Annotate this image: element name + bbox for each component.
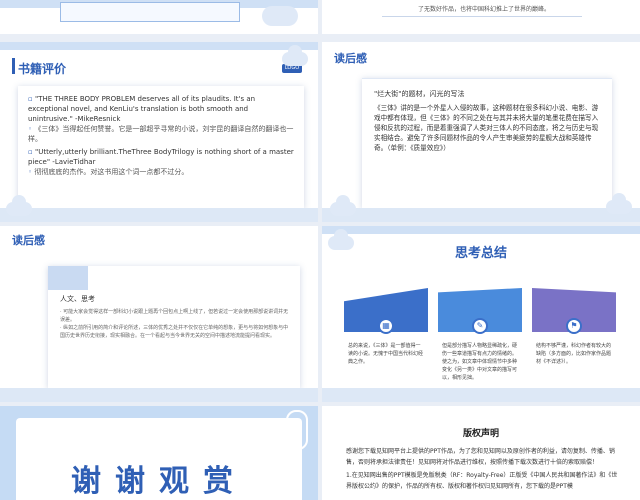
card-accent <box>48 266 88 290</box>
quote-en-1: ▫ "THE THREE BODY PROBLEM deserves all o… <box>28 95 256 123</box>
cloud-decoration <box>606 193 632 214</box>
summary-column-3: ⚑ 结构不够严谨，科幻作者有较大的缺陷（多方面的，比如作家作品题材《不详述》）。 <box>532 288 616 380</box>
slide-text: 了无数好作品，也将中国科幻推上了世界的巅峰。 <box>418 6 551 13</box>
slide-summary[interactable]: 思考总结 ▦ 总的来说，《三体》是一部值得一读的小说。无愧于中国当代科幻经典之作… <box>322 226 640 402</box>
bullet-icon: ◦ <box>28 125 33 133</box>
column-text: 总的来说，《三体》是一部值得一读的小说。无愧于中国当代科幻经典之作。 <box>346 340 426 368</box>
quote-cn-2: ◦ 彻彻底底的杰作。对这书用这个词一点都不过分。 <box>28 168 189 176</box>
slide-title: 书籍评价 <box>18 62 67 76</box>
slide-thanks[interactable]: 谢谢观赏 <box>0 406 318 500</box>
copyright-title: 版权声明 <box>462 429 499 439</box>
reflection-body-2: · 纵如之前所引用的简介和评论所述，三体的优秀之处并不仅仅在它单纯的想象，更与与… <box>60 325 289 339</box>
slide-title: 读后感 <box>334 52 367 65</box>
slide-band <box>322 226 640 234</box>
divider <box>382 16 582 17</box>
column-text: 结构不够严谨，科幻作者有较大的缺陷（多方面的，比如作家作品题材《不详述》）。 <box>534 340 614 368</box>
reflection-heading: 人文、思考 <box>60 295 95 303</box>
slide-top-right[interactable]: 了无数好作品，也将中国科幻推上了世界的巅峰。 <box>322 0 640 34</box>
slide-band-bottom <box>322 388 640 402</box>
slide-band <box>0 42 318 50</box>
cloud-decoration <box>6 195 32 216</box>
reflection-body-1: · 可能大家会觉得这样一部科幻小说跟上题再个回包点上啊上线了，但若说过一定会使用… <box>60 309 289 323</box>
copyright-paragraph-1: 感谢您下载见知网平台上提供的PPT作品，为了您和见知网以及原创作者的利益，请勿复… <box>346 448 615 466</box>
slide-reading-2[interactable]: 读后感 人文、思考 · 可能大家会觉得这样一部科幻小说跟上题再个回包点上啊上线了… <box>0 226 318 402</box>
quote-en-2: ▫ "Utterly,utterly brilliant.TheThree Bo… <box>28 148 294 166</box>
slide-title: 读后感 <box>12 234 45 247</box>
calendar-icon: ▦ <box>378 318 394 334</box>
thanks-text: 谢谢观赏 <box>71 464 247 499</box>
cloud-decoration <box>282 45 308 66</box>
slide-copyright[interactable]: 版权声明 感谢您下载见知网平台上提供的PPT作品，为了您和见知网以及原创作者的利… <box>322 406 640 500</box>
slide-reading-1[interactable]: 读后感 "烂大街"的题材，闪光的写法 《三体》讲的是一个外星人入侵的故事，这种题… <box>322 42 640 222</box>
slide-band-bottom <box>322 208 640 222</box>
title-frame <box>60 2 240 22</box>
slide-title: 思考总结 <box>454 246 507 261</box>
slide-book-review[interactable]: 书籍评价 LOGO ▫ "THE THREE BODY PROBLEM dese… <box>0 42 318 222</box>
review-card: ▫ "THE THREE BODY PROBLEM deserves all o… <box>18 86 304 208</box>
reflection-body: 《三体》讲的是一个外星人入侵的故事，这种题材在很多科幻小说、电影、游戏中都有体现… <box>374 104 599 152</box>
slide-band-bottom <box>0 388 318 402</box>
slide-top-left[interactable] <box>0 0 318 34</box>
bullet-icon: ▫ <box>28 148 33 156</box>
column-text: 但是部分描写人物略显稀疏化，硬伤一些章道描写有点力的情绪的。使之为，如文章中体现… <box>440 340 520 384</box>
summary-column-1: ▦ 总的来说，《三体》是一部值得一读的小说。无愧于中国当代科幻经典之作。 <box>344 288 428 380</box>
reflection-card: "烂大街"的题材，闪光的写法 《三体》讲的是一个外星人入侵的故事，这种题材在很多… <box>362 78 612 208</box>
cloud-decoration <box>262 6 298 26</box>
flag-icon: ⚑ <box>566 318 582 334</box>
bullet-icon: ▫ <box>28 95 33 103</box>
lamp-decoration <box>286 410 308 450</box>
cloud-decoration <box>330 195 356 216</box>
pencil-icon: ✎ <box>472 318 488 334</box>
copyright-body: 感谢您下载见知网平台上提供的PPT作品，为了您和见知网以及原创作者的利益，请勿复… <box>346 446 620 494</box>
copyright-paragraph-2: 1.在见知网出售的PPT模板是免版税类（RF：Royalty-Free）正版受《… <box>346 472 618 490</box>
slide-band-bottom <box>0 208 318 222</box>
reflection-card: 人文、思考 · 可能大家会觉得这样一部科幻小说跟上题再个回包点上啊上线了，但若说… <box>48 266 300 388</box>
title-accent-bar <box>12 58 15 74</box>
summary-column-2: ✎ 但是部分描写人物略显稀疏化，硬伤一些章道描写有点力的情绪的。使之为，如文章中… <box>438 288 522 384</box>
reflection-heading: "烂大街"的题材，闪光的写法 <box>374 90 465 98</box>
bullet-icon: ◦ <box>28 168 33 176</box>
quote-cn-1: ◦ 《三体》当得起任何赞誉。它是一部超乎寻常的小说，刘宇昆的翻译自然的翻译也一样… <box>28 125 294 143</box>
